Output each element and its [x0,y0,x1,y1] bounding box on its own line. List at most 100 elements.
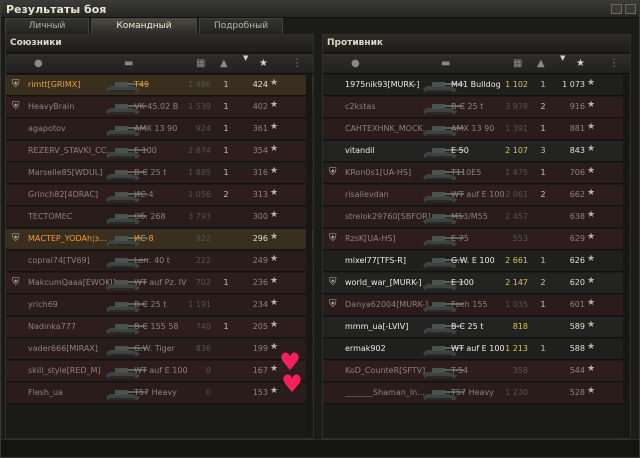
kills-column-icon[interactable]: ▲ [537,58,545,70]
player-row[interactable]: ⛨ Danya62004[MURK-] Foch 155 1 035 1 601 ★ [323,295,630,316]
star-icon: ★ [587,122,596,132]
experience-value: 924 [195,124,211,133]
kills-column-icon[interactable]: ▲ [220,58,228,70]
player-row[interactable]: strelok29760[SBFOR] M53/M55 2 457 638 ★ [323,207,630,228]
status-column-icon[interactable]: ⋮ [609,58,619,70]
enemies-scrollbar[interactable] [623,75,629,437]
player-row[interactable]: agapotov AMX 13 90 924 1 361 ★ [6,119,313,140]
score-value: 296 [252,234,268,243]
bottom-bar [1,439,639,457]
score-value: 629 [569,234,585,243]
star-icon: ★ [270,122,279,132]
player-row[interactable]: ⛨ KRon0s1[UA-HS] T110E5 1 475 1 706 ★ [323,163,630,184]
kills-value: 2 [540,102,546,111]
star-icon: ★ [270,210,279,220]
player-row[interactable]: Flesh_ua T57 Heavy 0 153 ★ [6,383,313,404]
experience-value: 0 [205,388,211,397]
kills-value: 1 [223,102,229,111]
tab-personal-result[interactable]: Личный результат [5,18,89,46]
enemies-column-header: ● ▬ ▦ ▲ ▼ ★ ⋮ [323,54,630,74]
player-row[interactable]: ⛨ HeavyBrain VK 45.02 B1 539 1 402 ★ [6,97,313,118]
sort-indicator-icon: ▼ [243,54,249,62]
player-row[interactable]: Grinch82[4DRAC] ИС-4 1 056 2 313 ★ [6,185,313,206]
player-row[interactable]: mixel77[TFS-R] G.W. E 100 2 661 1 626 ★ [323,251,630,272]
player-row[interactable]: ⛨ MakcumQaaa[EWOKI] WT auf Pz. IV 702 1 236 ★ [6,273,313,294]
score-value: 589 [569,322,585,331]
tank-column-icon[interactable]: ▬ [441,58,450,70]
experience-value: 1 391 [505,124,528,133]
experience-value: 2 147 [505,278,528,287]
player-row[interactable]: mmm_ua[-LVIV] B-C 25 t 818 589 ★ [323,317,630,338]
experience-value: 1 035 [505,300,528,309]
allies-column-header: ● ▬ ▦ ▲ ▼ ★ ⋮ [6,54,313,74]
kills-value: 3 [540,146,546,155]
window-title: Результаты боя [6,3,107,16]
experience-value: 1 213 [505,344,528,353]
score-value: 205 [252,322,268,331]
player-row[interactable]: c2kstas B-C 25 t3 978 2 916 ★ [323,97,630,118]
player-row[interactable]: vader666[MIRAX] G.W. Tiger 836 199 ★ [6,339,313,360]
experience-value: 553 [512,234,528,243]
player-column-icon[interactable]: ● [351,58,360,70]
score-value: 620 [569,278,585,287]
experience-value: 2 107 [505,146,528,155]
player-row[interactable]: ⛨ rimtt[GRIMX] T49 1 986 1 424 ★ [6,75,313,96]
tank-column-icon[interactable]: ▬ [124,58,133,70]
enemies-panel-header: Противник [323,35,630,53]
score-value: 601 [569,300,585,309]
shield-icon: ⛨ [329,167,337,178]
player-row[interactable]: 1975nik93[MURK-] M41 Bulldog 1 102 1 1 073 ★ [323,75,630,96]
shield-icon: ⛨ [12,277,20,288]
sort-indicator-icon: ▼ [560,54,566,62]
experience-value: 740 [195,322,211,331]
player-row[interactable]: ⛨ world_war_[MURK-] E 100 2 147 2 620 ★ [323,273,630,294]
status-column-icon[interactable]: ⋮ [292,58,302,70]
player-row[interactable]: REZERV_STAVKI_CC... E 100 2 874 1 354 ★ [6,141,313,162]
tab-team-result[interactable]: Командный результат [91,18,197,46]
player-row[interactable]: skill_style[RED_M] WT auf E 100 0 167 ★ [6,361,313,382]
star-icon: ★ [587,276,596,286]
xp-column-icon[interactable]: ▦ [196,58,205,70]
experience-value: 1 191 [188,300,211,309]
player-row[interactable]: yrich69 B-C 25 t1 191 234 ★ [6,295,313,316]
minimize-button[interactable] [611,4,622,14]
player-row[interactable]: Marselle85[WDUL] B-C 25 t1 885 1 316 ★ [6,163,313,184]
player-row[interactable]: ⛨ RzsK[UA-HS] E 75 553 629 ★ [323,229,630,250]
player-row[interactable]: ermak902 WT auf E 100 1 213 1 588 ★ [323,339,630,360]
kills-value: 1 [540,80,546,89]
score-column-star-icon[interactable]: ★ [576,58,585,70]
player-row[interactable]: risalievdan WT auf E 100 2 061 2 662 ★ [323,185,630,206]
player-row[interactable]: KoD_CounteR[SFTV] T-54 358 544 ★ [323,361,630,382]
player-row[interactable]: TECTOMEC Об. 268 3 793 300 ★ [6,207,313,228]
star-icon: ★ [270,386,279,396]
player-column-icon[interactable]: ● [34,58,43,70]
score-value: 424 [252,80,268,89]
xp-column-icon[interactable]: ▦ [513,58,522,70]
player-row[interactable]: copral74[TV69] Lorr. 40 t 222 249 ★ [6,251,313,272]
player-row[interactable]: vitandil E 50 2 107 3 843 ★ [323,141,630,162]
score-value: 588 [569,344,585,353]
player-row[interactable]: CAHTEXHNK_MOCK... AMX 13 90 1 391 1 881 ★ [323,119,630,140]
star-icon: ★ [587,78,596,88]
kills-value: 2 [540,190,546,199]
experience-value: 2 061 [505,190,528,199]
close-button[interactable] [625,4,636,14]
experience-value: 3 793 [188,212,211,221]
star-icon: ★ [587,232,596,242]
player-row[interactable]: Nadinka777 B-C 155 58 740 1 205 ★ [6,317,313,338]
star-icon: ★ [587,386,596,396]
star-icon: ★ [270,78,279,88]
star-icon: ★ [270,232,279,242]
player-row[interactable]: ⛨ МАСТЕР_YODAh¦з... ИС-8 922 296 ★ [6,229,313,250]
player-row[interactable]: _______Shaman_In... T57 Heavy 1 230 528 ★ [323,383,630,404]
star-icon: ★ [587,166,596,176]
enemies-title: Противник [327,38,384,48]
allies-title: Союзники [10,38,62,48]
score-value: 1 073 [562,80,585,89]
star-icon: ★ [587,364,596,374]
score-value: 234 [252,300,268,309]
score-column-star-icon[interactable]: ★ [259,58,268,70]
experience-value: 702 [195,278,211,287]
allies-scrollbar[interactable] [306,75,312,437]
tab-detailed-report[interactable]: Подробный отчёт [199,18,283,46]
